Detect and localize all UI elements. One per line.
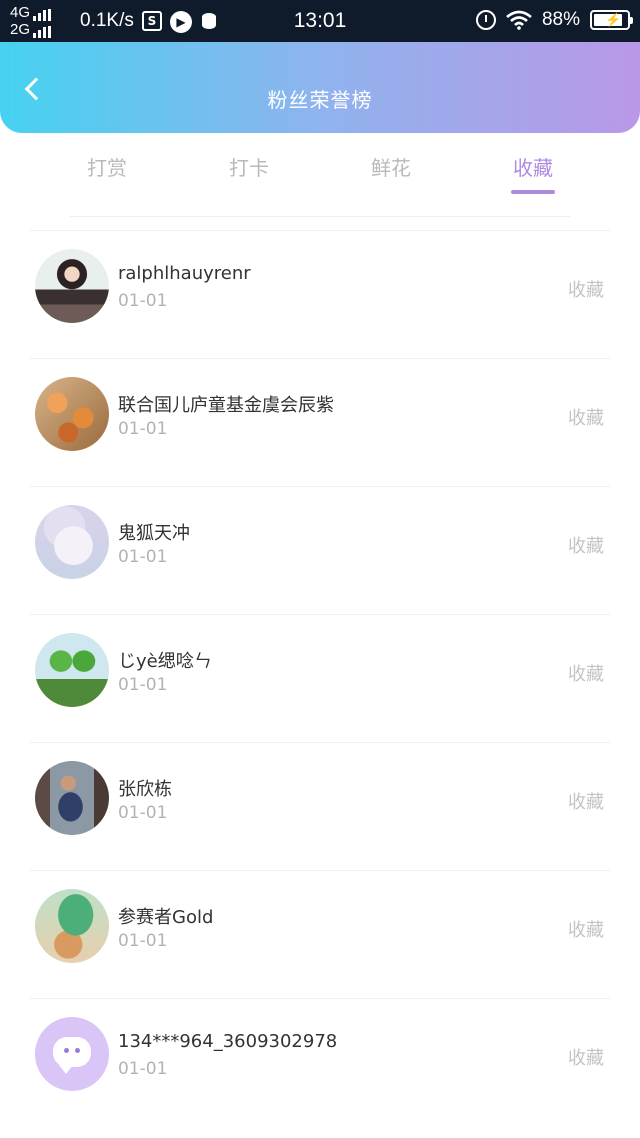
tab-label: 打赏 (87, 156, 127, 180)
item-date: 01-01 (118, 1059, 168, 1079)
user-name: ralphlhauyrenr (118, 263, 251, 284)
item-date: 01-01 (118, 547, 168, 567)
list-item[interactable]: じyè缌唸ㄣ 01-01 收藏 (30, 614, 610, 742)
system-indicators: 88% ⚡ (475, 9, 633, 31)
battery-percent: 88% (541, 9, 580, 30)
avatar[interactable] (35, 633, 109, 707)
user-name: 鬼狐天冲 (118, 523, 190, 544)
list-item[interactable]: 联合国儿庐童基金虞会辰紫 01-01 收藏 (30, 358, 610, 486)
action-label: 收藏 (568, 536, 604, 557)
user-name: 张欣栋 (118, 779, 172, 800)
item-date: 01-01 (118, 803, 168, 823)
action-label: 收藏 (568, 920, 604, 941)
tab-label: 鲜花 (371, 156, 411, 180)
action-label: 收藏 (568, 792, 604, 813)
action-label: 收藏 (568, 280, 604, 301)
user-name: 联合国儿庐童基金虞会辰紫 (118, 395, 334, 416)
header-bar: 粉丝荣誉榜 (0, 42, 640, 133)
avatar[interactable] (35, 889, 109, 963)
page-title: 粉丝荣誉榜 (267, 88, 373, 112)
tab-shoucang[interactable]: 收藏 (462, 142, 604, 202)
tab-bar: 打赏 打卡 鲜花 收藏 (36, 142, 604, 202)
avatar[interactable] (35, 761, 109, 835)
action-label: 收藏 (568, 1048, 604, 1069)
avatar[interactable] (35, 1017, 109, 1091)
user-name: じyè缌唸ㄣ (118, 651, 212, 672)
tab-daka[interactable]: 打卡 (178, 142, 320, 202)
user-name: 参赛者Gold (118, 907, 214, 928)
alarm-icon (475, 10, 496, 30)
charging-bolt-icon: ⚡ (605, 12, 622, 27)
list-item[interactable]: 参赛者Gold 01-01 收藏 (30, 870, 610, 998)
tab-label: 收藏 (513, 156, 553, 180)
status-bar: 4G 2G 0.1K/s S ▶ 13:01 88% ⚡ (0, 0, 640, 42)
battery-icon: ⚡ (590, 10, 633, 30)
list-item[interactable]: 鬼狐天冲 01-01 收藏 (30, 486, 610, 614)
chat-bubble-icon (53, 1037, 91, 1074)
fan-list: ralphlhauyrenr 01-01 收藏 联合国儿庐童基金虞会辰紫 01-01 收藏… (0, 230, 640, 1126)
item-date: 01-01 (118, 291, 168, 311)
avatar[interactable] (35, 249, 109, 323)
item-date: 01-01 (118, 931, 168, 951)
tab-xianhua[interactable]: 鲜花 (320, 142, 462, 202)
tab-label: 打卡 (229, 156, 269, 180)
tab-divider (70, 216, 570, 217)
action-label: 收藏 (568, 664, 604, 685)
wifi-icon (506, 10, 532, 30)
avatar[interactable] (35, 377, 109, 451)
tab-dashang[interactable]: 打赏 (36, 142, 178, 202)
list-item[interactable]: 134***964_3609302978 01-01 收藏 (30, 998, 610, 1126)
avatar[interactable] (35, 505, 109, 579)
active-tab-indicator (511, 190, 555, 194)
action-label: 收藏 (568, 408, 604, 429)
item-date: 01-01 (118, 675, 168, 695)
user-name: 134***964_3609302978 (118, 1031, 338, 1052)
list-item[interactable]: 张欣栋 01-01 收藏 (30, 742, 610, 870)
list-item[interactable]: ralphlhauyrenr 01-01 收藏 (30, 230, 610, 358)
item-date: 01-01 (118, 419, 168, 439)
